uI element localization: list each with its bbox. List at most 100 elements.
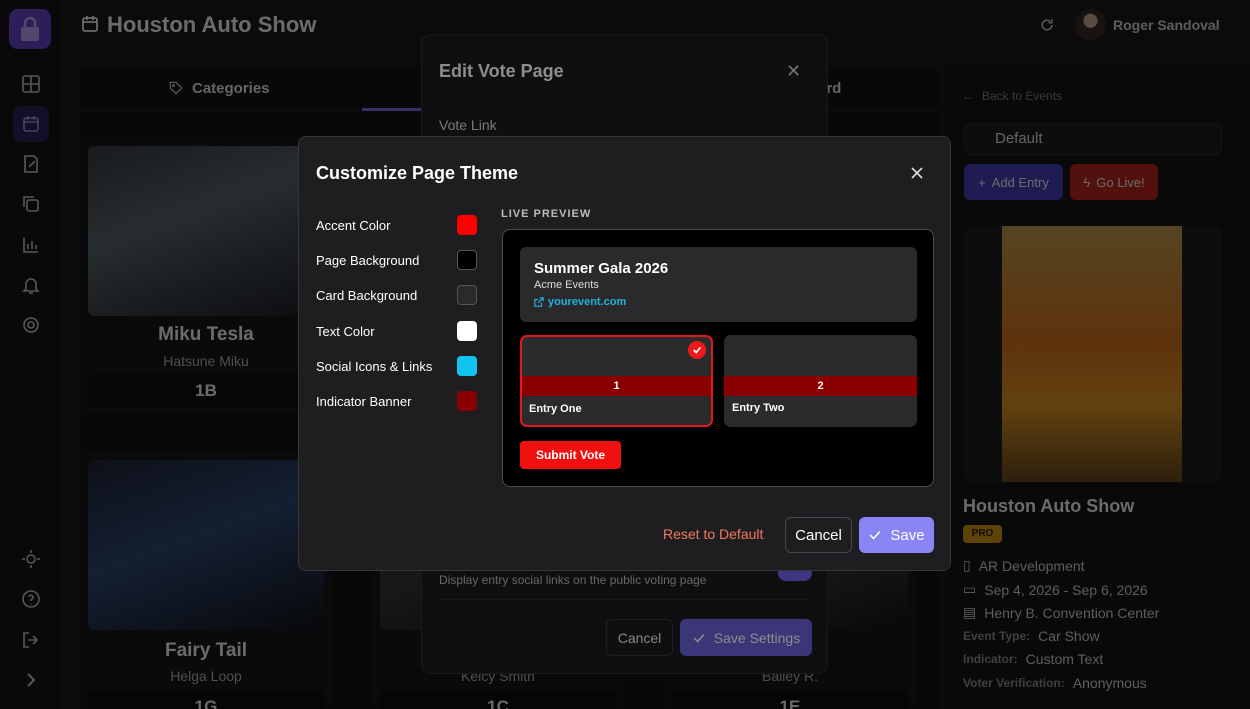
check-icon [869, 530, 881, 540]
event-type-key: Event Type: [963, 629, 1031, 643]
entry-code: 1B [88, 374, 324, 408]
venue: Henry B. Convention Center [984, 604, 1160, 621]
indicator-key: Indicator: [963, 652, 1018, 666]
text-color-swatch[interactable] [457, 321, 477, 341]
entry-card[interactable]: Fairy Tail Helga Loop 1G [80, 452, 332, 709]
nav-rail [0, 0, 62, 709]
color-row-indicator-banner: Indicator Banner [316, 391, 478, 413]
calendar-small-icon: ▭ [963, 581, 977, 597]
check-icon [693, 633, 705, 643]
vote-link-label: Vote Link [439, 117, 497, 133]
color-label: Card Background [316, 288, 418, 303]
refresh-icon[interactable] [1034, 12, 1060, 38]
preview-entry-banner: 1 [522, 376, 711, 396]
cancel-button[interactable]: Cancel [606, 619, 673, 656]
expand-rail-icon[interactable] [19, 668, 43, 692]
add-entry-button[interactable]: + Add Entry [964, 164, 1063, 200]
indicator-row: Indicator: Custom Text [963, 651, 1103, 667]
sort-select[interactable]: Default [964, 123, 1222, 155]
entry-code: 1E [672, 690, 908, 709]
dates-row: ▭ Sep 4, 2026 - Sep 6, 2026 [963, 581, 1148, 598]
save-settings-button[interactable]: Save Settings [680, 619, 812, 656]
sun-icon[interactable] [19, 547, 43, 571]
check-icon [688, 341, 706, 359]
cancel-button[interactable]: Cancel [785, 517, 852, 553]
preview-entry-name: Entry One [529, 403, 582, 415]
verification-key: Voter Verification: [963, 676, 1065, 690]
save-label: Save [890, 526, 925, 544]
verification-value: Anonymous [1072, 675, 1147, 691]
accent-color-swatch[interactable] [457, 215, 477, 235]
modal-title: Edit Vote Page [439, 61, 564, 81]
plus-icon: + [978, 174, 986, 190]
user-name[interactable]: Roger Sandoval [1113, 17, 1220, 33]
close-icon[interactable] [907, 163, 927, 183]
live-preview: Summer Gala 2026 Acme Events yourevent.c… [502, 229, 934, 487]
customize-theme-modal: Customize Page Theme Accent Color Page B… [298, 136, 951, 571]
lightning-icon: ϟ [1083, 174, 1091, 190]
color-label: Accent Color [316, 218, 391, 233]
entry-image [88, 146, 324, 316]
poster-image [1002, 226, 1182, 482]
indicator-banner-swatch[interactable] [457, 391, 477, 411]
social-color-swatch[interactable] [457, 356, 477, 376]
go-live-button[interactable]: ϟ Go Live! [1070, 164, 1158, 200]
lock-logo-icon [21, 16, 39, 41]
preview-event-card: Summer Gala 2026 Acme Events yourevent.c… [520, 247, 917, 322]
social-links-description: Display entry social links on the public… [439, 573, 707, 587]
preview-entry-card: 2 Entry Two [724, 335, 917, 427]
entry-image [88, 460, 324, 630]
chart-icon[interactable] [19, 233, 43, 257]
dashboard-icon[interactable] [19, 72, 43, 96]
logout-icon[interactable] [19, 628, 43, 652]
help-icon[interactable] [19, 587, 43, 611]
avatar[interactable] [1075, 9, 1106, 40]
back-arrow-icon[interactable]: ← [962, 89, 974, 103]
entry-card[interactable]: Miku Tesla Hatsune Miku 1B [80, 138, 332, 412]
page-background-swatch[interactable] [457, 250, 477, 270]
color-row-page-background: Page Background [316, 250, 478, 272]
bell-icon[interactable] [19, 273, 43, 297]
entry-name: Fairy Tail [164, 640, 247, 661]
entry-code: 1G [88, 690, 324, 709]
color-label: Social Icons & Links [316, 359, 433, 374]
preview-event-link: yourevent.com [534, 296, 626, 308]
tab-categories[interactable]: Categories [168, 66, 270, 110]
modal-title: Customize Page Theme [316, 163, 519, 183]
sort-value: Default [995, 130, 1043, 147]
app-logo[interactable] [9, 9, 51, 49]
card-background-swatch[interactable] [457, 285, 477, 305]
preview-link-text: yourevent.com [548, 296, 627, 308]
close-icon[interactable]: ✕ [786, 61, 801, 82]
organizer: AR Development [978, 557, 1085, 574]
color-label: Text Color [316, 324, 375, 339]
back-to-events-link[interactable]: Back to Events [982, 89, 1062, 103]
copy-icon[interactable] [19, 192, 43, 216]
event-name: Houston Auto Show [963, 496, 1135, 516]
calendar-icon[interactable] [13, 106, 49, 142]
color-label: Page Background [316, 253, 420, 268]
color-row-accent: Accent Color [316, 215, 478, 237]
venue-row: ▤ Henry B. Convention Center [963, 604, 1159, 621]
preview-event-title: Summer Gala 2026 [534, 260, 669, 277]
reset-to-default-button[interactable]: Reset to Default [663, 526, 763, 542]
entry-name: Miku Tesla [158, 324, 254, 345]
entry-code: 1C [380, 690, 616, 709]
gear-icon[interactable] [19, 313, 43, 337]
map-icon: ▤ [963, 604, 977, 620]
chevron-down-icon[interactable]: ⌄ [1212, 18, 1222, 32]
save-button[interactable]: Save [859, 517, 934, 553]
event-type-row: Event Type: Car Show [963, 628, 1100, 644]
entry-owner: Hatsune Miku [163, 353, 249, 369]
add-entry-label: Add Entry [991, 174, 1049, 190]
event-poster [964, 226, 1222, 482]
edit-doc-icon[interactable] [19, 152, 43, 176]
preview-entry-banner: 2 [724, 376, 917, 396]
organizer-row: ▯ AR Development [963, 557, 1085, 574]
event-type-value: Car Show [1038, 628, 1100, 644]
preview-entry-card: 1 Entry One [520, 335, 713, 427]
event-side-panel: ← Back to Events Default + Add Entry ϟ G… [950, 66, 1250, 709]
color-row-text: Text Color [316, 321, 478, 343]
save-settings-label: Save Settings [713, 629, 801, 646]
external-link-icon [534, 297, 544, 307]
